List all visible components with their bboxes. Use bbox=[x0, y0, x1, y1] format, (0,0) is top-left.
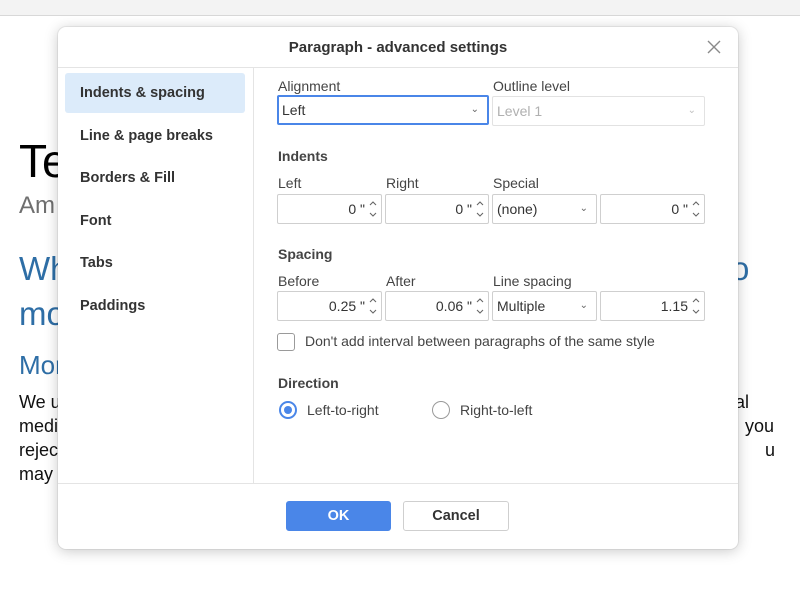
sidebar-item-indents-spacing[interactable]: Indents & spacing bbox=[65, 73, 245, 113]
no-interval-checkbox[interactable] bbox=[277, 333, 295, 351]
spacing-after-value: 0.06 " bbox=[435, 298, 472, 314]
alignment-select[interactable]: Left ⌄ bbox=[277, 95, 489, 125]
indent-right-spinner[interactable]: 0 " bbox=[385, 194, 489, 224]
special-indent-amount-spinner[interactable]: 0 " bbox=[600, 194, 705, 224]
indents-section-title: Indents bbox=[278, 148, 328, 164]
chevron-down-icon: ⌄ bbox=[687, 105, 696, 116]
alignment-label: Alignment bbox=[278, 78, 341, 94]
spacing-before-label: Before bbox=[278, 273, 320, 289]
spinner-arrows-icon[interactable] bbox=[475, 293, 485, 319]
header-divider bbox=[58, 67, 738, 68]
doc-body-line: medi bbox=[19, 416, 59, 436]
spinner-arrows-icon[interactable] bbox=[691, 293, 701, 319]
spinner-arrows-icon[interactable] bbox=[368, 196, 378, 222]
special-indent-amount-value: 0 " bbox=[671, 201, 688, 217]
spacing-after-spinner[interactable]: 0.06 " bbox=[385, 291, 489, 321]
doc-body-line: rejec bbox=[19, 440, 59, 460]
sidebar-item-line-page-breaks[interactable]: Line & page breaks bbox=[65, 116, 245, 156]
spacing-after-label: After bbox=[386, 273, 416, 289]
spinner-arrows-icon[interactable] bbox=[368, 293, 378, 319]
direction-ltr-radio[interactable] bbox=[279, 401, 297, 419]
alignment-value: Left bbox=[282, 102, 306, 118]
line-spacing-amount-value: 1.15 bbox=[660, 298, 688, 314]
spacing-before-spinner[interactable]: 0.25 " bbox=[277, 291, 382, 321]
doc-subtitle: Am bbox=[19, 192, 55, 219]
ok-button[interactable]: OK bbox=[286, 501, 391, 531]
close-icon[interactable] bbox=[706, 39, 722, 55]
outline-level-select: Level 1 ⌄ bbox=[492, 96, 705, 126]
indent-special-label: Special bbox=[493, 175, 539, 191]
indent-left-spinner[interactable]: 0 " bbox=[277, 194, 382, 224]
spacing-before-value: 0.25 " bbox=[328, 298, 365, 314]
dialog-title: Paragraph - advanced settings bbox=[288, 39, 508, 56]
chevron-down-icon: ⌄ bbox=[579, 203, 588, 214]
sidebar-divider bbox=[253, 68, 254, 483]
spinner-arrows-icon[interactable] bbox=[475, 196, 485, 222]
paragraph-settings-dialog: Paragraph - advanced settings Indents & … bbox=[58, 27, 738, 549]
line-spacing-value: Multiple bbox=[497, 298, 546, 314]
cancel-button[interactable]: Cancel bbox=[403, 501, 509, 531]
indent-left-value: 0 " bbox=[348, 201, 365, 217]
sidebar-item-borders-fill[interactable]: Borders & Fill bbox=[65, 158, 245, 198]
direction-section-title: Direction bbox=[278, 375, 339, 391]
spacing-section-title: Spacing bbox=[278, 246, 333, 262]
direction-rtl-label[interactable]: Right-to-left bbox=[460, 402, 532, 418]
sidebar-item-font[interactable]: Font bbox=[65, 201, 245, 241]
chevron-down-icon: ⌄ bbox=[470, 104, 479, 115]
indent-right-label: Right bbox=[386, 175, 419, 191]
doc-body-line-right: you bbox=[745, 416, 775, 436]
direction-ltr-label[interactable]: Left-to-right bbox=[307, 402, 379, 418]
sidebar-item-paddings[interactable]: Paddings bbox=[65, 286, 245, 326]
doc-body-line-right: u bbox=[765, 440, 776, 460]
footer-divider bbox=[58, 483, 738, 484]
doc-body-line: We u bbox=[19, 392, 61, 412]
indent-left-label: Left bbox=[278, 175, 302, 191]
spinner-arrows-icon[interactable] bbox=[691, 196, 701, 222]
sidebar-item-tabs[interactable]: Tabs bbox=[65, 243, 245, 283]
direction-rtl-radio[interactable] bbox=[432, 401, 450, 419]
special-indent-value: (none) bbox=[497, 201, 538, 217]
indent-right-value: 0 " bbox=[455, 201, 472, 217]
doc-body-line: may bbox=[19, 464, 54, 484]
line-spacing-select[interactable]: Multiple ⌄ bbox=[492, 291, 597, 321]
chevron-down-icon: ⌄ bbox=[579, 300, 588, 311]
special-indent-select[interactable]: (none) ⌄ bbox=[492, 194, 597, 224]
line-spacing-amount-spinner[interactable]: 1.15 bbox=[600, 291, 705, 321]
outline-level-value: Level 1 bbox=[497, 103, 543, 119]
line-spacing-label: Line spacing bbox=[493, 273, 572, 289]
no-interval-label[interactable]: Don't add interval between paragraphs of… bbox=[305, 333, 655, 349]
outline-level-label: Outline level bbox=[493, 78, 571, 94]
